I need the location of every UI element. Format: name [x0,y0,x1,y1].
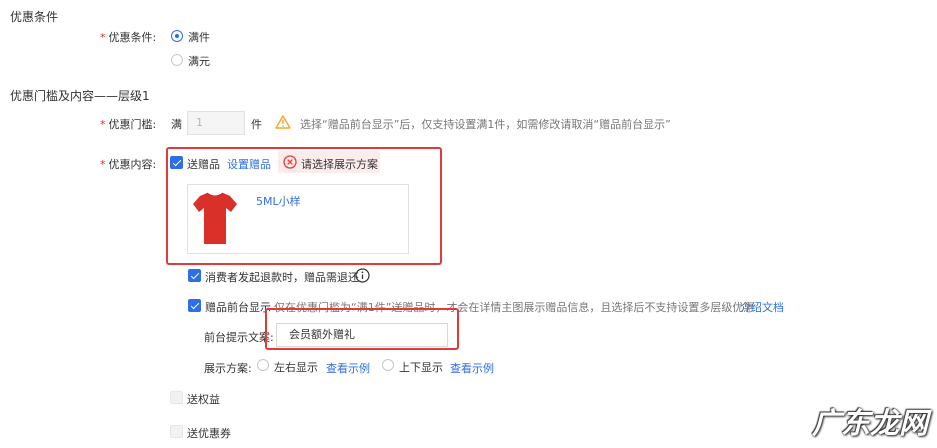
info-icon[interactable] [355,268,370,283]
set-gift-link[interactable]: 设置赠品 [227,156,271,172]
refund-label[interactable]: 消费者发起退款时，赠品需退还 [205,269,359,285]
gift-checkbox[interactable] [170,156,183,169]
watermark-text: 广东龙网 [812,406,929,440]
frontend-display-checkbox[interactable] [188,299,201,312]
frontend-display-label[interactable]: 赠品前台显示 [205,299,271,315]
scheme-option-left-right[interactable]: 左右显示 [257,358,318,374]
content-label: * 优惠内容: [100,158,157,171]
highlight-box-hint [265,308,459,350]
threshold-prefix: 满 [171,118,182,131]
scheme-option-top-bottom[interactable]: 上下显示 [382,358,443,374]
scheme-option-label: 左右显示 [274,361,318,374]
radio-option-full-amount[interactable]: 满元 [171,53,231,69]
radio-label: 满元 [188,55,210,68]
scheme-option-label: 上下显示 [399,361,443,374]
required-mark: * [100,118,106,131]
doc-link[interactable]: 介绍文档 [740,299,784,315]
rights-label[interactable]: 送权益 [187,391,220,407]
threshold-warning-text: 选择“赠品前台显示”后，仅支持设置满1件，如需修改请取消“赠品前台显示” [300,118,671,131]
radio-selected-icon[interactable] [171,30,183,42]
error-circle-icon [283,155,297,169]
radio-option-full-count[interactable]: 满件 [171,29,231,45]
radio-unselected-icon[interactable] [382,359,394,371]
error-text: 请选择展示方案 [301,158,378,171]
gift-product-card[interactable]: 5ML小样 [187,184,409,254]
error-tip: 请选择展示方案 [278,151,380,173]
section-title-threshold: 优惠门槛及内容——层级1 [10,89,150,103]
required-mark: * [100,158,106,171]
gift-product-name[interactable]: 5ML小样 [256,193,301,209]
tshirt-icon [193,192,237,244]
hint-label: 前台提示文案: [204,331,274,344]
radio-unselected-icon[interactable] [171,54,183,66]
section-title-conditions: 优惠条件 [10,10,59,24]
gift-checkbox-label[interactable]: 送赠品 [187,156,220,172]
coupon-checkbox[interactable] [170,425,183,438]
warning-icon [275,115,291,129]
condition-label: * 优惠条件: [100,31,157,44]
threshold-input[interactable]: 1 [187,111,245,135]
rights-checkbox[interactable] [170,391,183,404]
scheme-label: 展示方案: [204,362,252,375]
radio-unselected-icon[interactable] [257,359,269,371]
threshold-unit: 件 [251,118,262,131]
refund-checkbox[interactable] [188,269,201,282]
threshold-label: * 优惠门槛: [100,118,157,131]
coupon-label[interactable]: 送优惠券 [187,425,231,441]
required-mark: * [100,31,106,44]
radio-label: 满件 [188,31,210,44]
example-link-top-bottom[interactable]: 查看示例 [450,360,494,376]
example-link-left-right[interactable]: 查看示例 [326,360,370,376]
